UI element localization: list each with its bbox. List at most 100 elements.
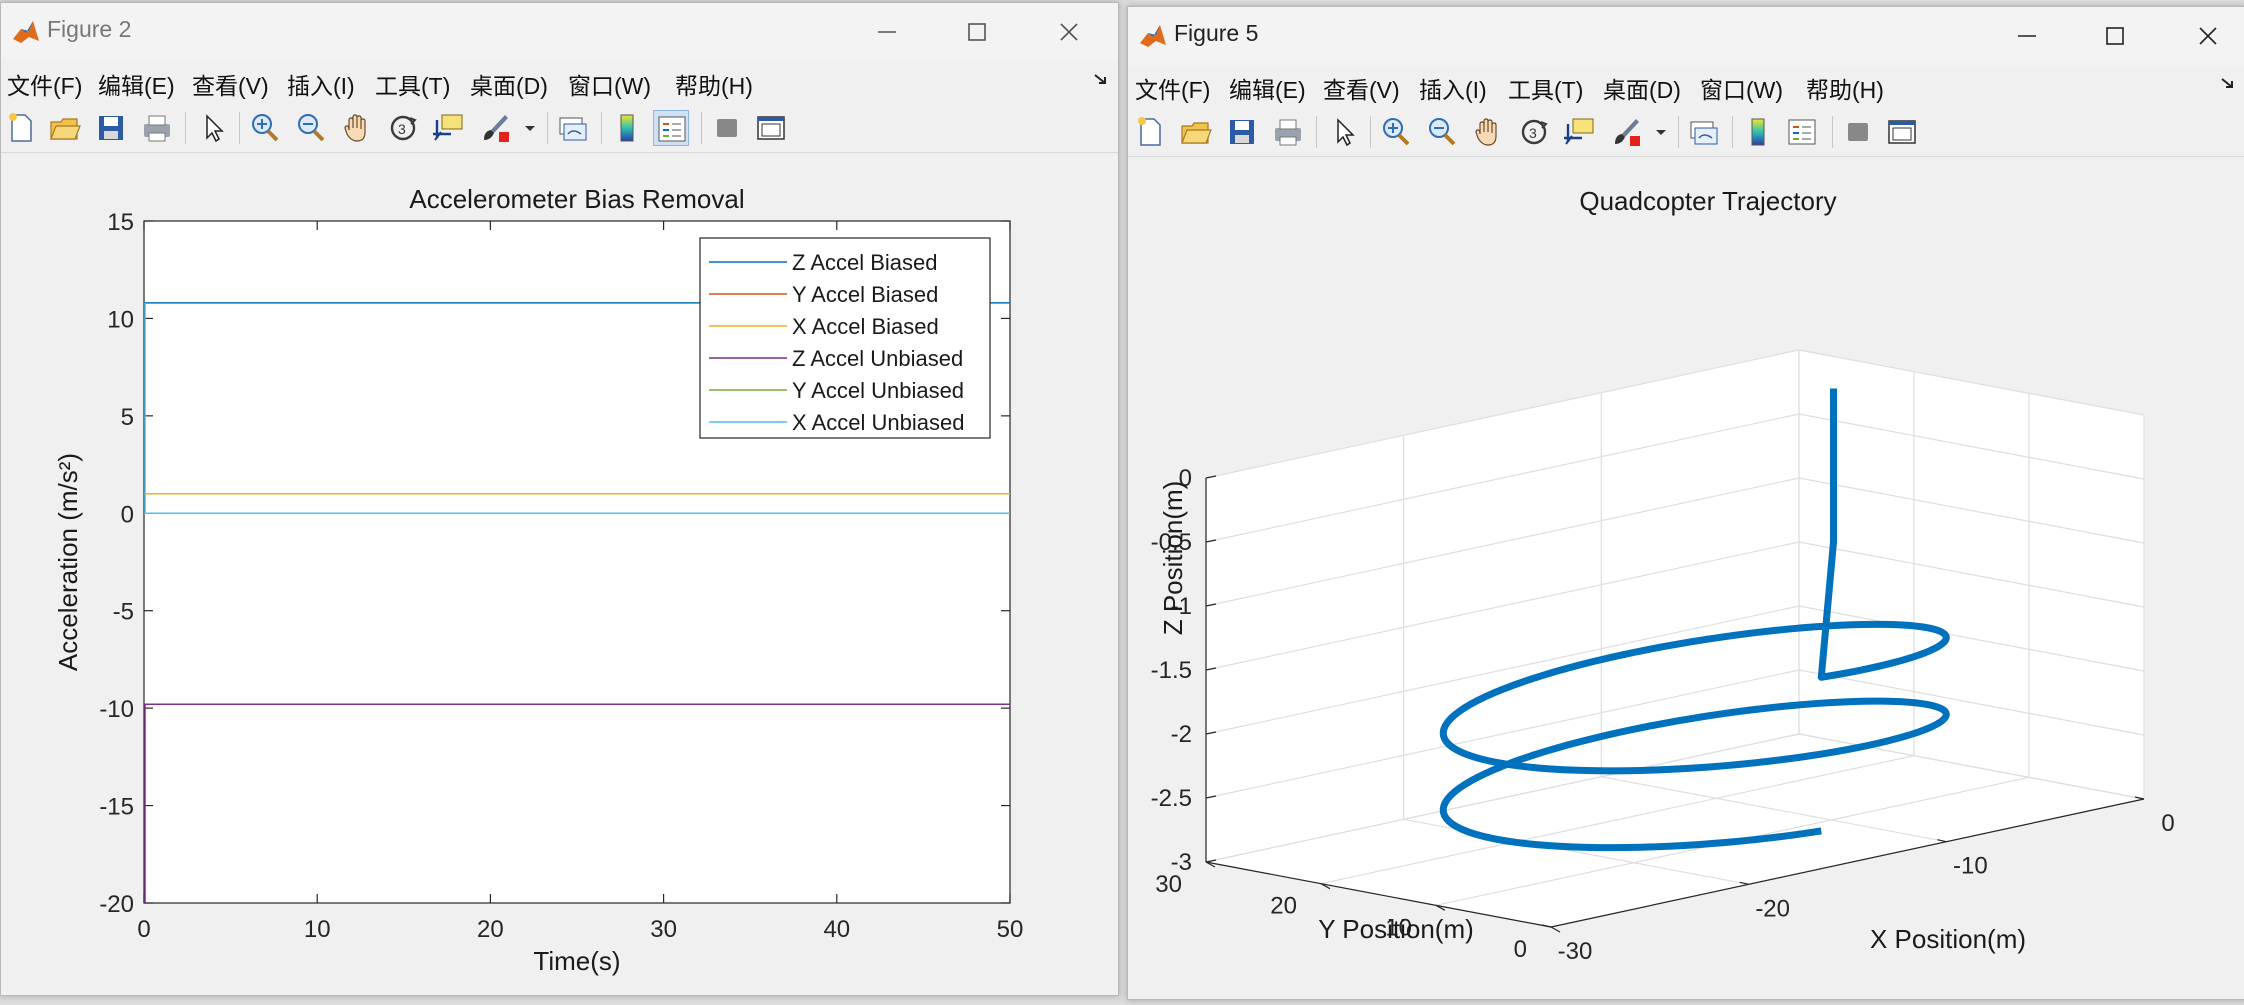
- figure-toolbar: 3: [1128, 108, 2244, 157]
- pan-button[interactable]: [339, 110, 375, 146]
- link-plot-icon: [1690, 121, 1718, 145]
- edit-plot-button[interactable]: [1326, 114, 1362, 150]
- z-tick-label: -3: [1171, 849, 1192, 876]
- y-tick-label: -10: [99, 696, 134, 723]
- menu-edit[interactable]: 编辑(E): [98, 67, 175, 101]
- colorbar-button[interactable]: [1740, 114, 1776, 150]
- matlab-logo-icon: [1140, 25, 1166, 47]
- save-icon: [1230, 120, 1254, 144]
- chart-title: Quadcopter Trajectory: [1579, 186, 1836, 216]
- chevron-down-icon: [525, 126, 535, 131]
- menu-tools[interactable]: 工具(T): [375, 67, 450, 101]
- trajectory-3d-plot[interactable]: Quadcopter Trajectory 0-10-20-3030201000…: [1128, 157, 2244, 999]
- x-tick-label: 50: [997, 916, 1024, 943]
- y-tick-label: 5: [121, 404, 134, 431]
- x-tick-label: -20: [1755, 895, 1790, 922]
- data-tips-button[interactable]: [431, 110, 467, 146]
- zoom-out-icon: [298, 114, 325, 142]
- y-tick-label: 15: [107, 209, 134, 236]
- colorbar-button[interactable]: [609, 110, 645, 146]
- menu-file[interactable]: 文件(F): [1135, 71, 1210, 105]
- x-tick-label: -30: [1558, 938, 1593, 965]
- edit-plot-button[interactable]: [195, 110, 231, 146]
- menu-view[interactable]: 查看(V): [1323, 71, 1400, 105]
- title-bar[interactable]: Figure 2: [1, 3, 1118, 61]
- show-plot-tools-button[interactable]: [1884, 114, 1920, 150]
- figure-toolbar: 3: [1, 104, 1118, 153]
- legend-button[interactable]: [1784, 114, 1820, 150]
- new-figure-button[interactable]: [3, 110, 39, 146]
- menu-window[interactable]: 窗口(W): [1700, 71, 1783, 105]
- open-file-button[interactable]: [1178, 114, 1214, 150]
- minimize-button[interactable]: [1981, 7, 2073, 65]
- close-button[interactable]: [2162, 7, 2244, 65]
- close-button[interactable]: [1023, 3, 1115, 61]
- menu-file[interactable]: 文件(F): [7, 67, 82, 101]
- save-button[interactable]: [1224, 114, 1260, 150]
- accelerometer-plot[interactable]: Accelerometer Bias Removal 151050-5-10-1…: [1, 153, 1118, 995]
- link-plot-button[interactable]: [555, 110, 591, 146]
- x-tick-label: 0: [137, 916, 150, 943]
- figure-2-window[interactable]: Figure 2 文件(F) 编辑(E) 查看(V) 插入(I) 工具(T) 桌…: [0, 2, 1119, 996]
- zoom-out-button[interactable]: [293, 110, 329, 146]
- x-tick-label: 20: [477, 916, 504, 943]
- menu-tools[interactable]: 工具(T): [1508, 71, 1583, 105]
- legend-entry: Y Accel Unbiased: [792, 378, 964, 403]
- menu-window[interactable]: 窗口(W): [568, 67, 651, 101]
- open-file-button[interactable]: [47, 110, 83, 146]
- brush-dropdown[interactable]: [521, 110, 539, 146]
- menu-view[interactable]: 查看(V): [192, 67, 269, 101]
- zoom-in-button[interactable]: [247, 110, 283, 146]
- figure-canvas[interactable]: Accelerometer Bias Removal 15 10 5 0 -5 -10 -1…: [1, 153, 1118, 995]
- legend-button[interactable]: [653, 110, 689, 146]
- y-tick-label: -15: [99, 794, 134, 821]
- close-icon: [1060, 23, 1078, 41]
- save-button[interactable]: [93, 110, 129, 146]
- menu-desktop[interactable]: 桌面(D): [1603, 71, 1681, 105]
- rotate-3d-icon: 3: [390, 115, 417, 141]
- maximize-button[interactable]: [931, 3, 1023, 61]
- legend-entry: X Accel Biased: [792, 314, 939, 339]
- zoom-in-button[interactable]: [1378, 114, 1414, 150]
- link-plot-icon: [559, 117, 587, 141]
- data-tips-button[interactable]: [1562, 114, 1598, 150]
- show-plot-tools-button[interactable]: [753, 110, 789, 146]
- figure-5-window[interactable]: Figure 5 文件(F) 编辑(E) 查看(V) 插入(I) 工具(T) 桌…: [1127, 6, 2244, 1000]
- print-button[interactable]: [139, 110, 175, 146]
- brush-dropdown[interactable]: [1652, 114, 1670, 150]
- zoom-out-icon: [1429, 118, 1456, 146]
- figure-canvas[interactable]: Quadcopter Trajectory 0 -10 -20 -30 30 20 10 0 0…: [1128, 157, 2244, 999]
- brush-button[interactable]: [1608, 114, 1644, 150]
- menu-insert[interactable]: 插入(I): [287, 67, 355, 101]
- menu-help[interactable]: 帮助(H): [1806, 71, 1884, 105]
- minimize-icon: [878, 31, 896, 33]
- pan-button[interactable]: [1470, 114, 1506, 150]
- dock-arrow-icon[interactable]: [2219, 75, 2237, 93]
- rotate-3d-button[interactable]: 3: [385, 110, 421, 146]
- menu-help[interactable]: 帮助(H): [675, 67, 753, 101]
- z-tick-label: -1.5: [1151, 657, 1192, 684]
- dock-arrow-icon[interactable]: [1092, 71, 1110, 89]
- minimize-button[interactable]: [841, 3, 933, 61]
- title-bar[interactable]: Figure 5: [1128, 7, 2244, 65]
- zoom-out-button[interactable]: [1424, 114, 1460, 150]
- menu-insert[interactable]: 插入(I): [1419, 71, 1487, 105]
- print-button[interactable]: [1270, 114, 1306, 150]
- new-figure-button[interactable]: [1132, 114, 1168, 150]
- window-title: Figure 5: [1174, 20, 1259, 46]
- matlab-logo-icon: [13, 21, 39, 43]
- brush-icon: [484, 115, 509, 142]
- menu-desktop[interactable]: 桌面(D): [470, 67, 548, 101]
- legend[interactable]: Z Accel Biased Y Accel Biased X Accel Bias…: [699, 237, 991, 439]
- link-plot-button[interactable]: [1686, 114, 1722, 150]
- brush-button[interactable]: [477, 110, 513, 146]
- hide-plot-tools-button[interactable]: [709, 110, 745, 146]
- axes-panes[interactable]: [1206, 350, 2144, 927]
- toolbar-separator: [601, 112, 602, 144]
- maximize-button[interactable]: [2069, 7, 2161, 65]
- y-tick-label: -5: [113, 599, 134, 626]
- rotate-3d-button[interactable]: 3: [1516, 114, 1552, 150]
- hide-plot-tools-button[interactable]: [1840, 114, 1876, 150]
- print-icon: [144, 115, 170, 142]
- menu-edit[interactable]: 编辑(E): [1229, 71, 1306, 105]
